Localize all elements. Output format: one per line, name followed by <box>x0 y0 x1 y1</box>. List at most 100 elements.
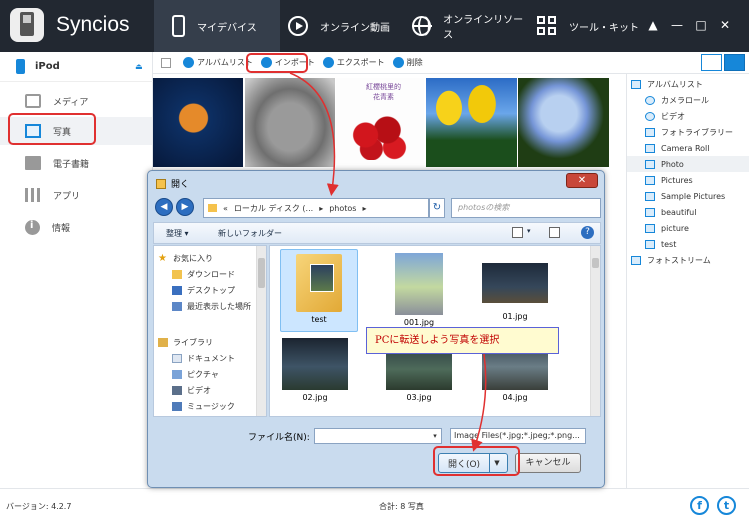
photo-thumbnail-jellyfish[interactable] <box>153 78 243 167</box>
photo-thumbnail-tulips[interactable] <box>426 78 517 167</box>
sidebar-item-media[interactable]: メディア <box>0 87 152 115</box>
tab-my-device[interactable]: マイデバイス <box>154 0 280 52</box>
minimize-icon[interactable]: — <box>669 18 685 32</box>
sidebar-item-apps[interactable]: アプリ <box>0 181 152 209</box>
album-label: フォトライブラリー <box>661 127 733 137</box>
menu-icon[interactable]: ▲ <box>645 18 661 32</box>
album-item-photo-library[interactable]: フォトライブラリー <box>627 124 749 140</box>
breadcrumb-separator: ▸ <box>362 203 367 213</box>
eject-icon[interactable]: ⏏ <box>135 62 143 71</box>
select-all-checkbox[interactable] <box>161 57 171 68</box>
tab-online-video[interactable]: オンライン動画 <box>288 0 410 52</box>
file-item-001[interactable]: 001.jpg <box>380 249 458 327</box>
album-item-beautiful[interactable]: beautiful <box>627 204 749 220</box>
export-button[interactable]: エクスポート <box>322 57 385 68</box>
filetype-select[interactable]: Image Files(*.jpg;*.jpeg;*.png... <box>450 428 586 444</box>
photo-thumbnail-hydrangea[interactable] <box>518 78 609 167</box>
delete-button[interactable]: 削除 <box>392 57 423 68</box>
twitter-icon[interactable]: t <box>717 496 736 515</box>
book-icon <box>25 156 41 170</box>
dialog-title-text: 開く <box>171 180 190 190</box>
help-icon[interactable]: ? <box>581 226 594 239</box>
app-brand: Syncios <box>56 13 130 36</box>
file-name: 001.jpg <box>403 318 435 327</box>
tree-label: ライブラリ <box>173 337 213 347</box>
breadcrumb-item[interactable]: photos <box>329 204 356 213</box>
breadcrumb-item[interactable]: ローカル ディスク (... <box>234 203 313 214</box>
tree-item-favorites[interactable]: ★ お気に入り <box>158 250 262 266</box>
video-icon <box>645 111 655 121</box>
address-bar[interactable]: « ローカル ディスク (... ▸ photos ▸ <box>203 198 429 218</box>
tree-label: ダウンロード <box>187 269 235 279</box>
dialog-close-button[interactable]: ✕ <box>566 173 598 188</box>
sidebar-item-ebooks[interactable]: 電子書籍 <box>0 149 152 177</box>
chevron-down-icon[interactable]: ▾ <box>429 429 441 443</box>
grid-view-button[interactable] <box>724 54 745 71</box>
preview-pane-icon[interactable] <box>549 227 560 238</box>
back-icon[interactable]: ◀ <box>155 198 173 216</box>
cancel-button[interactable]: キャンセル <box>515 453 581 473</box>
image-thumbnail <box>395 253 443 315</box>
album-item-album-list[interactable]: アルバムリスト <box>627 76 749 92</box>
chevron-down-icon[interactable]: ▾ <box>527 227 531 235</box>
window-controls: ▲ — □ ✕ <box>645 18 733 32</box>
album-label: ビデオ <box>661 111 685 121</box>
view-options-icon[interactable] <box>512 227 523 238</box>
album-item-test[interactable]: test <box>627 236 749 252</box>
maximize-icon[interactable]: □ <box>693 18 709 32</box>
dialog-command-bar: 整理 ▾ 新しいフォルダー ▾ ? <box>153 222 601 244</box>
file-item-02[interactable]: 02.jpg <box>276 334 354 402</box>
album-item-photo[interactable]: Photo <box>627 156 749 172</box>
forward-icon[interactable]: ▶ <box>176 198 194 216</box>
file-item-test-folder[interactable]: test <box>280 249 358 332</box>
dialog-title: 開く <box>156 177 189 190</box>
album-label: アルバムリスト <box>647 79 703 89</box>
tv-icon <box>25 94 41 108</box>
status-bar: バージョン: 4.2.7 合計: 8 写真 f t <box>0 488 749 521</box>
device-header[interactable]: iPod ⏏ <box>0 52 153 82</box>
folder-icon <box>645 175 655 185</box>
highlight-photos <box>8 113 96 145</box>
sidebar-item-info[interactable]: 情報 <box>0 213 152 241</box>
image-thumbnail <box>482 263 548 303</box>
file-name: 03.jpg <box>406 393 432 402</box>
organize-button[interactable]: 整理 ▾ <box>166 228 189 239</box>
navigation-tree: ★ お気に入り ダウンロード デスクトップ 最近表示した場所 ライブラリ ドキュメ… <box>153 245 267 417</box>
album-list-button[interactable]: アルバムリスト <box>183 57 253 68</box>
folder-icon <box>645 239 655 249</box>
album-item-video[interactable]: ビデオ <box>627 108 749 124</box>
file-name: 01.jpg <box>502 312 528 321</box>
folder-icon <box>296 254 342 312</box>
button-label: アルバムリスト <box>197 58 253 67</box>
tab-online-resources[interactable]: オンラインリソース <box>412 0 528 52</box>
tree-scrollbar[interactable] <box>256 246 266 416</box>
facebook-icon[interactable]: f <box>690 496 709 515</box>
close-icon[interactable]: ✕ <box>717 18 733 32</box>
tree-label: お気に入り <box>173 253 213 263</box>
photo-thumbnail-koala[interactable] <box>245 78 335 167</box>
album-item-photo-stream[interactable]: フォトストリーム <box>627 252 749 268</box>
album-item-pictures[interactable]: Pictures <box>627 172 749 188</box>
photo-thumbnail-cherries[interactable]: 紅櫻桃里的 花青素 <box>336 78 424 167</box>
refresh-icon[interactable]: ↻ <box>429 198 445 218</box>
tree-item-libraries[interactable]: ライブラリ <box>158 334 262 350</box>
tab-toolkit[interactable]: ツール・キット <box>537 0 647 52</box>
list-view-button[interactable] <box>701 54 722 71</box>
album-label: カメラロール <box>661 95 709 105</box>
tree-label: ピクチャ <box>187 369 219 379</box>
file-list-scrollbar[interactable] <box>590 246 600 416</box>
album-item-camera-roll[interactable]: Camera Roll <box>627 140 749 156</box>
album-item-sample-pictures[interactable]: Sample Pictures <box>627 188 749 204</box>
album-item-camera-roll-jp[interactable]: カメラロール <box>627 92 749 108</box>
album-item-picture[interactable]: picture <box>627 220 749 236</box>
tree-label: デスクトップ <box>187 285 235 295</box>
file-item-01[interactable]: 01.jpg <box>476 249 554 321</box>
view-toggle <box>701 54 745 71</box>
card-line: 花青素 <box>373 93 394 101</box>
trash-icon <box>392 57 404 68</box>
new-folder-button[interactable]: 新しいフォルダー <box>218 228 282 239</box>
apps-icon <box>25 188 41 202</box>
search-input[interactable]: photosの検索 <box>451 198 601 218</box>
folder-icon <box>645 143 655 153</box>
filename-input[interactable]: ▾ <box>314 428 442 444</box>
